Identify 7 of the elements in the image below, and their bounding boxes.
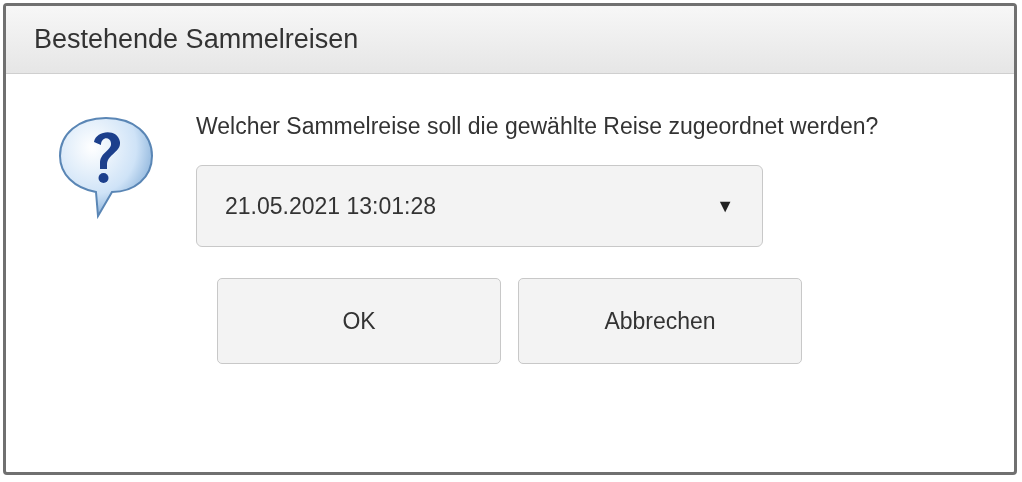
message-text: Welcher Sammelreise soll die gewählte Reise zugeordnet werden? xyxy=(196,112,880,141)
caret-icon: ▼ xyxy=(716,192,734,220)
date-dropdown[interactable]: 21.05.2021 13:01:28 ▼ xyxy=(196,165,763,247)
window-title: Bestehende Sammelreisen xyxy=(34,23,359,57)
dialog-button[interactable]: OK xyxy=(217,278,501,364)
dialog-button[interactable]: Abbrechen xyxy=(518,278,802,364)
dropdown-value: 21.05.2021 13:01:28 xyxy=(225,191,437,221)
